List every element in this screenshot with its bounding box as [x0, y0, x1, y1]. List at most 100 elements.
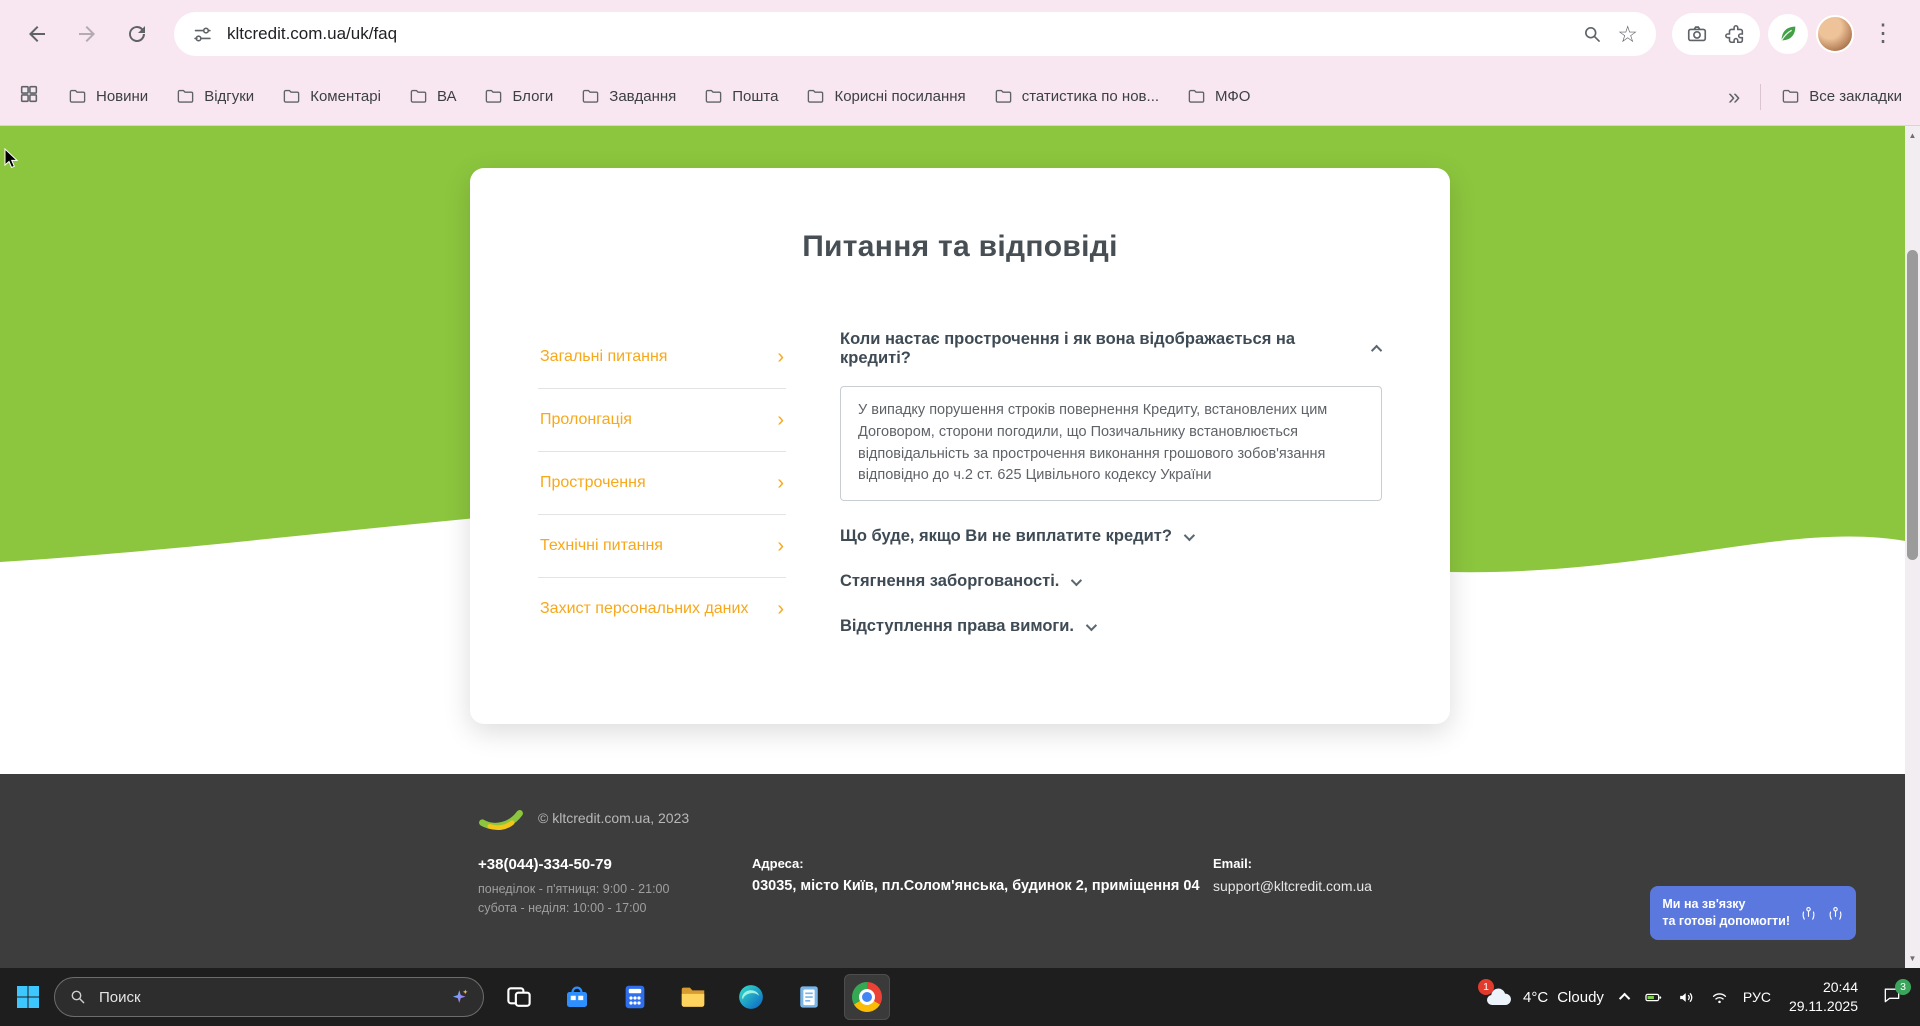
folder-icon [806, 87, 825, 106]
menu-item-label: Загальні питання [540, 348, 668, 365]
back-button[interactable] [16, 13, 58, 55]
bookmark-label: Коментарі [310, 88, 381, 105]
bookmark-korysni-posylannia[interactable]: Корисні посилання [806, 87, 966, 106]
bookmark-komentari[interactable]: Коментарі [282, 87, 381, 106]
kebab-menu-icon: ⋮ [1871, 20, 1895, 47]
reload-button[interactable] [116, 13, 158, 55]
faq-question-4[interactable]: Відступлення права вимоги. [840, 617, 1382, 636]
bookmark-zavdannia[interactable]: Завдання [581, 87, 676, 106]
menu-item-technical[interactable]: Технічні питання › [538, 515, 786, 578]
site-controls-icon[interactable] [192, 24, 213, 45]
chevron-right-icon: › [777, 535, 784, 557]
menu-item-general[interactable]: Загальні питання › [538, 326, 786, 389]
site-footer: © kltcredit.com.ua, 2023 +38(044)-334-50… [0, 774, 1920, 968]
tray-expand-button[interactable] [1618, 988, 1631, 1006]
menu-item-personal-data[interactable]: Захист персональних даних › [538, 578, 786, 640]
network-button[interactable] [1710, 988, 1729, 1007]
copilot-sparkle-icon[interactable] [451, 988, 469, 1006]
taskbar-app-edge[interactable] [728, 974, 774, 1020]
address-value: 03035, місто Київ, пл.Солом'янська, буди… [752, 878, 1200, 894]
chevron-down-icon [1085, 619, 1098, 631]
battery-button[interactable] [1644, 988, 1663, 1007]
email-value[interactable]: support@kltcredit.com.ua [1213, 878, 1372, 894]
cloud-wrap: 1 [1478, 979, 1514, 1009]
apps-grid-button[interactable] [18, 83, 40, 110]
scroll-down-arrow[interactable]: ▼ [1905, 954, 1920, 963]
taskbar-app-task-view[interactable] [496, 974, 542, 1020]
bookmark-label: Відгуки [204, 88, 255, 105]
search-placeholder[interactable]: Поиск [99, 989, 439, 1006]
start-button[interactable] [14, 983, 42, 1011]
bookmark-va[interactable]: ВА [409, 87, 456, 106]
phone-number[interactable]: +38(044)-334-50-79 [478, 856, 752, 873]
question-text: Відступлення права вимоги. [840, 617, 1075, 635]
question-text: Коли настає прострочення і як вона відоб… [840, 330, 1296, 367]
url-text[interactable]: kltcredit.com.ua/uk/faq [227, 24, 1568, 44]
leaf-icon [1781, 26, 1796, 41]
bookmark-vidguky[interactable]: Відгуки [176, 87, 254, 106]
taskbar-app-chrome[interactable] [844, 974, 890, 1020]
forward-button[interactable] [66, 13, 108, 55]
bookmark-label: Завдання [609, 88, 677, 105]
faq-layout: Загальні питання › Пролонгація › Простро… [538, 326, 1383, 640]
zoom-icon[interactable] [1582, 24, 1603, 45]
question-text: Стягнення заборгованості. [840, 572, 1060, 590]
notification-center-button[interactable]: 3 [1876, 978, 1911, 1014]
scrollbar-thumb[interactable] [1907, 250, 1918, 560]
language-indicator[interactable]: РУС [1743, 989, 1771, 1005]
folder-icon [1187, 87, 1206, 106]
faq-question-1[interactable]: Коли настає прострочення і як вона відоб… [840, 330, 1383, 368]
file-explorer-icon [681, 987, 705, 1007]
profile-avatar[interactable] [1816, 15, 1854, 53]
working-hours: понеділок - п'ятниця: 9:00 - 21:00 субот… [478, 880, 752, 919]
taskbar-app-notepad[interactable] [786, 974, 832, 1020]
bookmark-novyny[interactable]: Новини [68, 87, 148, 106]
faq-question-2[interactable]: Що буде, якщо Ви не виплатите кредит? [840, 527, 1382, 546]
chat-widget[interactable]: Ми на зв'язку та готові допомогти! [1650, 886, 1856, 940]
chevron-right-icon: › [777, 472, 784, 494]
weather-widget[interactable]: 1 4°C Cloudy [1478, 979, 1604, 1009]
bookmarks-overflow-button[interactable]: » [1728, 85, 1740, 108]
menu-item-label: Пролонгація [540, 411, 632, 428]
page-scrollbar[interactable]: ▲ ▼ [1905, 126, 1920, 968]
footer-phone-column: +38(044)-334-50-79 понеділок - п'ятниця:… [478, 856, 752, 919]
extensions-pill [1672, 13, 1760, 55]
menu-item-prolongation[interactable]: Пролонгація › [538, 389, 786, 452]
taskbar-app-calculator[interactable] [612, 974, 658, 1020]
bookmark-statystyka[interactable]: статистика по нов... [994, 87, 1159, 106]
date-text: 29.11.2025 [1788, 998, 1858, 1014]
scroll-up-arrow[interactable]: ▲ [1905, 131, 1920, 140]
all-bookmarks-label: Все закладки [1809, 88, 1902, 105]
bookmarks-bar: Новини Відгуки Коментарі ВА Блоги Завдан… [0, 68, 1920, 126]
eco-extension-button[interactable] [1768, 14, 1808, 54]
menu-item-overdue[interactable]: Прострочення › [538, 452, 786, 515]
bookmark-poshta[interactable]: Пошта [704, 87, 778, 106]
wifi-icon [1712, 992, 1727, 1003]
faq-question-3[interactable]: Стягнення заборгованості. [840, 572, 1382, 591]
faq-answer-1: У випадку порушення строків повернення К… [840, 386, 1382, 501]
bookmarks-divider [1760, 83, 1762, 110]
chevron-down-icon [1071, 574, 1083, 586]
taskbar-app-file-explorer[interactable] [670, 974, 716, 1020]
chevron-right-icon: › [777, 598, 784, 620]
chevron-up-icon [1370, 344, 1383, 357]
taskbar-search-box[interactable]: Поиск [54, 977, 484, 1017]
menu-item-label: Технічні питання [540, 537, 663, 554]
extensions-puzzle-icon[interactable] [1724, 23, 1746, 45]
bookmark-mfo[interactable]: МФО [1187, 87, 1250, 106]
bookmark-label: Пошта [732, 88, 779, 105]
bookmark-blogy[interactable]: Блоги [484, 87, 553, 106]
taskbar-app-store[interactable] [554, 974, 600, 1020]
camera-extension-icon[interactable] [1686, 23, 1708, 45]
battery-icon [1645, 993, 1662, 1001]
browser-menu-button[interactable]: ⋮ [1862, 13, 1904, 55]
browser-toolbar: kltcredit.com.ua/uk/faq ☆ ⋮ [0, 0, 1920, 68]
taskbar-clock[interactable]: 20:44 29.11.2025 [1789, 978, 1858, 1016]
task-view-icon [507, 987, 531, 1007]
chevron-up-icon [1618, 992, 1631, 1005]
address-bar[interactable]: kltcredit.com.ua/uk/faq ☆ [174, 12, 1656, 56]
all-bookmarks-button[interactable]: Все закладки [1781, 87, 1902, 106]
volume-button[interactable] [1677, 988, 1696, 1007]
menu-item-label: Захист персональних даних [540, 600, 749, 617]
bookmark-star-icon[interactable]: ☆ [1617, 22, 1638, 46]
